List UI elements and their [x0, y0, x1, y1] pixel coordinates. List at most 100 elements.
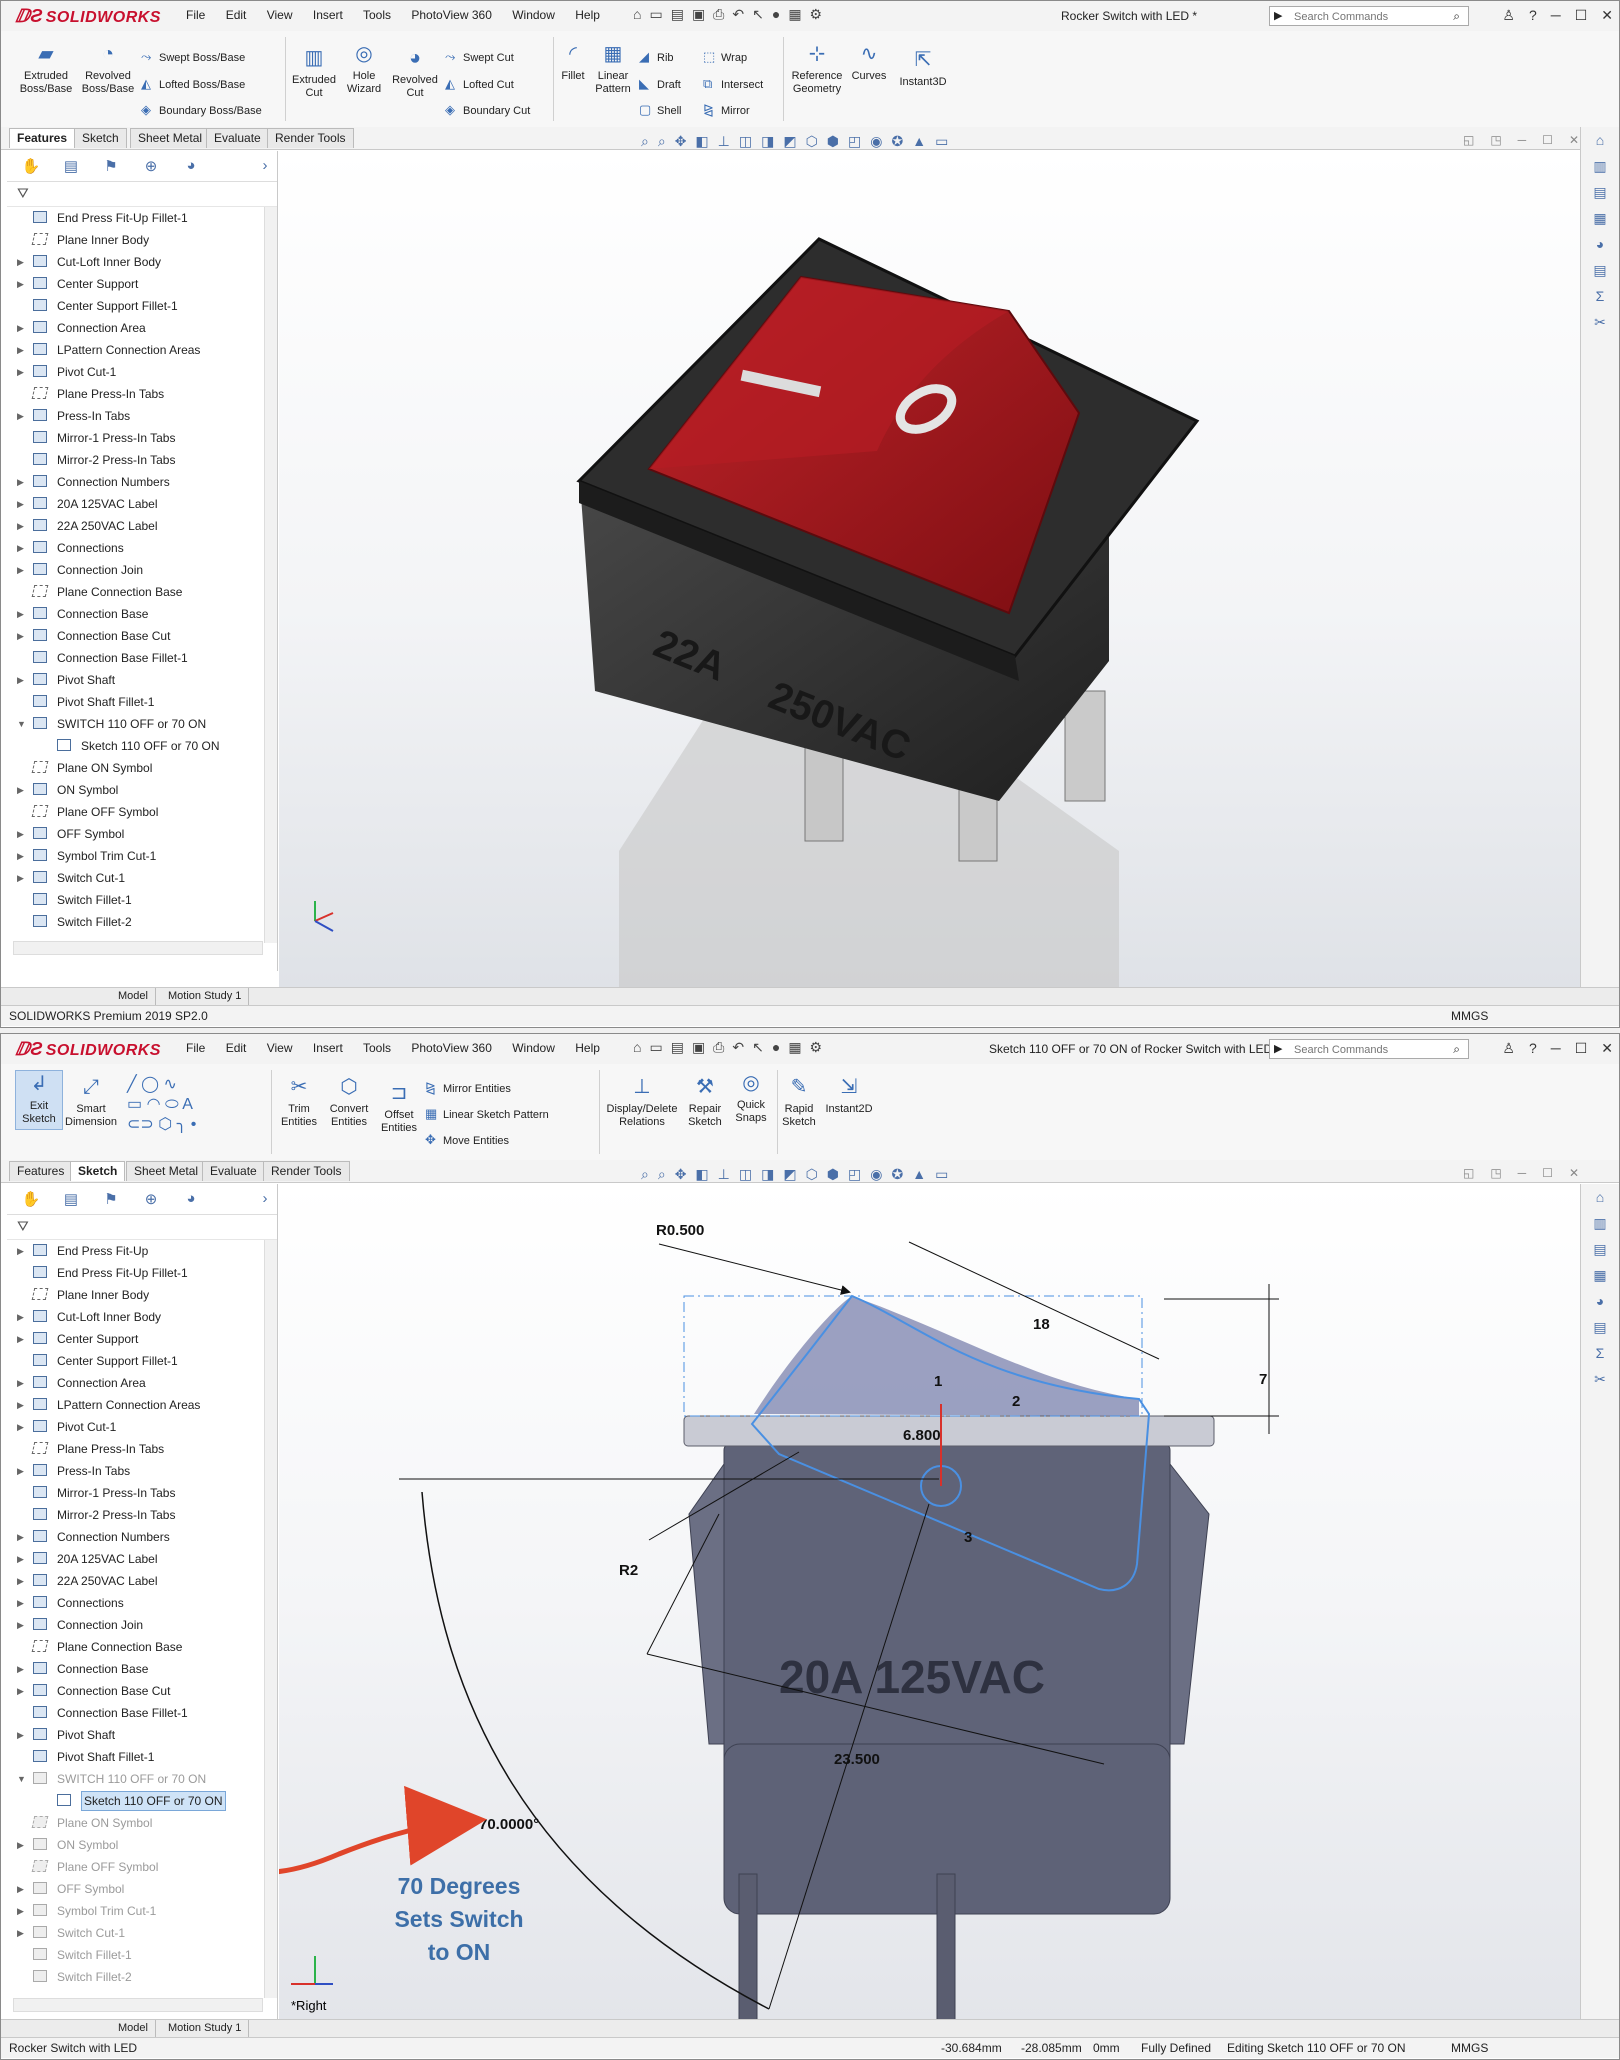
tree-horizontal-scrollbar[interactable] — [13, 941, 263, 955]
tree-item[interactable]: ▼ SWITCH 110 OFF or 70 ON — [7, 713, 269, 735]
print-icon[interactable]: ⎙ — [713, 1039, 724, 1056]
polygon-icon[interactable]: ⬡ — [158, 1116, 172, 1133]
dimension-angle[interactable]: 70.0000° — [479, 1816, 539, 1833]
graphics-area-sketch[interactable]: 20A 125VAC R0.500 18 7 1 2 6.800 3 R2 23… — [279, 1184, 1581, 2020]
viewport-close-icon[interactable]: ✕ — [1569, 1166, 1579, 1180]
tools-icon[interactable]: ✂ — [1581, 1366, 1619, 1392]
status-units[interactable]: MMGS — [1451, 2038, 1488, 2058]
text-icon[interactable]: A — [182, 1096, 193, 1113]
menu-window[interactable]: Window — [512, 1041, 555, 1055]
curves-button[interactable]: ∿ Curves — [849, 41, 889, 83]
home-icon[interactable]: ⌂ — [633, 1039, 641, 1055]
previous-view-icon[interactable]: ✥ — [675, 133, 687, 149]
menu-insert[interactable]: Insert — [313, 8, 343, 22]
tree-expand-arrow-icon[interactable]: ▶ — [17, 1724, 27, 1746]
tree-item[interactable]: Plane ON Symbol — [7, 1812, 269, 1834]
menu-edit[interactable]: Edit — [226, 1041, 247, 1055]
extruded-cut-button[interactable]: ▥ Extruded Cut — [289, 45, 339, 100]
tree-expand-arrow-icon[interactable]: ▶ — [17, 1680, 27, 1702]
eye-icon[interactable]: ◉ — [870, 1166, 882, 1182]
tree-expand-arrow-icon[interactable]: ▶ — [17, 339, 27, 361]
swept-boss-button[interactable]: ⤳ Swept Boss/Base — [141, 49, 245, 65]
viewport-restore-icon[interactable]: ◱ — [1463, 133, 1474, 147]
circle-icon[interactable]: ◯ — [141, 1076, 159, 1093]
select-icon[interactable]: ↖ — [752, 6, 764, 23]
tab-motion-study[interactable]: Motion Study 1 — [161, 988, 250, 1005]
search-commands[interactable]: ▶ ⌕ — [1269, 6, 1469, 26]
tree-expand-arrow-icon[interactable]: ▶ — [17, 823, 27, 845]
tab-evaluate[interactable]: Evaluate — [206, 128, 269, 148]
hole-wizard-button[interactable]: ◎ Hole Wizard — [339, 41, 389, 96]
zoom-area-icon[interactable]: ⌕ — [658, 133, 666, 149]
tree-item[interactable]: ▶ 22A 250VAC Label — [7, 1570, 269, 1592]
open-icon[interactable]: ▤ — [671, 6, 684, 23]
tree-expand-arrow-icon[interactable]: ▶ — [17, 273, 27, 295]
tree-item[interactable]: Plane Connection Base — [7, 1636, 269, 1658]
tree-item[interactable]: ▶ Connection Base — [7, 1658, 269, 1680]
tab-features[interactable]: Features — [9, 128, 76, 148]
tree-item[interactable]: ▶ LPattern Connection Areas — [7, 339, 269, 361]
tree-item[interactable]: Sketch 110 OFF or 70 ON — [7, 735, 269, 757]
mirror-entities-button[interactable]: ⧎ Mirror Entities — [425, 1080, 511, 1096]
appearances-icon[interactable]: ◕ — [1581, 231, 1619, 257]
tree-item[interactable]: Center Support Fillet-1 — [7, 295, 269, 317]
wrap-button[interactable]: ⬚ Wrap — [703, 49, 747, 65]
tree-expand-arrow-icon[interactable]: ▶ — [17, 1922, 27, 1944]
tree-item[interactable]: Plane Connection Base — [7, 581, 269, 603]
help-icon[interactable]: ? — [1529, 1040, 1537, 1056]
tree-expand-arrow-icon[interactable]: ▶ — [17, 537, 27, 559]
zoom-to-fit-icon[interactable]: ⌕ — [641, 1166, 649, 1182]
appearance-icon[interactable]: ✪ — [891, 1166, 903, 1182]
tree-item[interactable]: ▶ End Press Fit-Up — [7, 1240, 269, 1262]
view-orientation-icon[interactable]: ◫ — [739, 133, 752, 149]
tree-item[interactable]: Plane Inner Body — [7, 1284, 269, 1306]
new-icon[interactable]: ▭ — [649, 1039, 662, 1056]
tree-item[interactable]: ▶ Connection Area — [7, 1372, 269, 1394]
slot-icon[interactable]: ⊂⊃ — [127, 1116, 154, 1133]
viewport-split-icon[interactable]: ◳ — [1490, 133, 1501, 147]
panel-expand-chevron-icon[interactable]: › — [253, 157, 277, 177]
tree-item[interactable]: Pivot Shaft Fillet-1 — [7, 691, 269, 713]
tree-expand-arrow-icon[interactable]: ▶ — [17, 867, 27, 889]
tree-expand-arrow-icon[interactable]: ▶ — [17, 515, 27, 537]
tree-expand-arrow-icon[interactable]: ▼ — [17, 713, 27, 735]
menu-file[interactable]: File — [186, 8, 205, 22]
custom-properties-icon[interactable]: ▤ — [1581, 257, 1619, 283]
tree-item[interactable]: Center Support Fillet-1 — [7, 1350, 269, 1372]
close-icon[interactable]: ✕ — [1601, 1040, 1613, 1057]
tree-expand-arrow-icon[interactable]: ▶ — [17, 1900, 27, 1922]
shaded-icon[interactable]: ⬢ — [827, 133, 839, 149]
viewport-minimize-icon[interactable]: ─ — [1518, 1166, 1527, 1180]
tree-expand-arrow-icon[interactable]: ▶ — [17, 1614, 27, 1636]
tree-expand-arrow-icon[interactable]: ▶ — [17, 1592, 27, 1614]
tree-item[interactable]: ▶ Connections — [7, 1592, 269, 1614]
fillet-button[interactable]: ◜ Fillet — [555, 41, 591, 83]
rib-button[interactable]: ◢ Rib — [639, 49, 674, 65]
tree-expand-arrow-icon[interactable]: ▶ — [17, 779, 27, 801]
reference-geometry-button[interactable]: ⊹ Reference Geometry — [787, 41, 847, 96]
tree-item[interactable]: Switch Fillet-1 — [7, 1944, 269, 1966]
tab-sketch[interactable]: Sketch — [74, 128, 127, 148]
scene-icon[interactable]: ▲ — [912, 133, 926, 149]
trim-entities-button[interactable]: ✂ Trim Entities — [275, 1074, 323, 1129]
section-view-icon[interactable]: ◧ — [695, 1166, 708, 1182]
new-icon[interactable]: ▭ — [649, 6, 662, 23]
tree-filter[interactable]: ⛛ — [7, 1215, 277, 1240]
hide-show-icon[interactable]: ◩ — [783, 1166, 796, 1182]
revolved-boss-button[interactable]: ◔ Revolved Boss/Base — [77, 41, 139, 96]
tree-expand-arrow-icon[interactable]: ▶ — [17, 1526, 27, 1548]
tree-item[interactable]: Connection Base Fillet-1 — [7, 1702, 269, 1724]
tab-render-tools[interactable]: Render Tools — [263, 1161, 350, 1181]
tree-expand-arrow-icon[interactable]: ▶ — [17, 1878, 27, 1900]
revolved-cut-button[interactable]: ◕ Revolved Cut — [389, 45, 441, 100]
tree-item[interactable]: Switch Fillet-2 — [7, 1966, 269, 1988]
sum-icon[interactable]: Σ — [1581, 1340, 1619, 1366]
convert-entities-button[interactable]: ⬡ Convert Entities — [323, 1074, 375, 1129]
tab-render-tools[interactable]: Render Tools — [267, 128, 354, 148]
minimize-icon[interactable]: ─ — [1551, 1040, 1561, 1056]
tree-item[interactable]: ▶ ON Symbol — [7, 779, 269, 801]
tree-item[interactable]: Mirror-2 Press-In Tabs — [7, 1504, 269, 1526]
tree-item[interactable]: ▶ Press-In Tabs — [7, 1460, 269, 1482]
tree-expand-arrow-icon[interactable]: ▼ — [17, 1768, 27, 1790]
tree-item[interactable]: ▶ Pivot Cut-1 — [7, 361, 269, 383]
